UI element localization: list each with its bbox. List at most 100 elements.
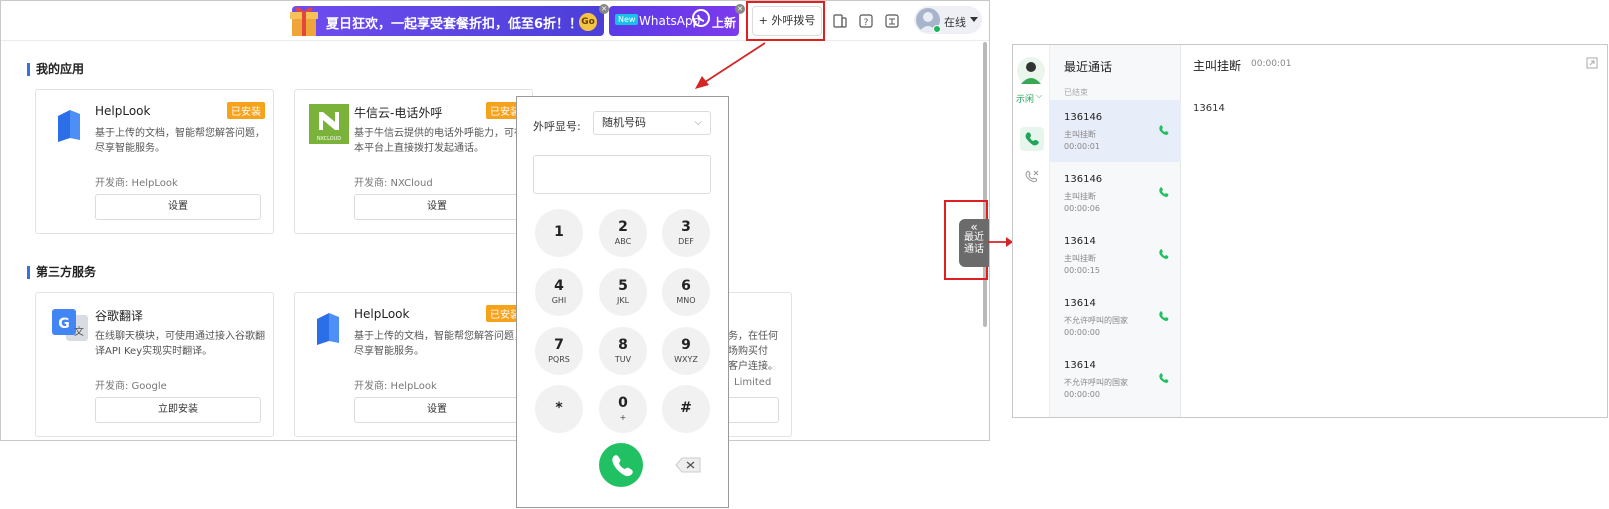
call-number: 136146 (1064, 174, 1103, 185)
call-button[interactable] (599, 443, 643, 487)
call-record-item[interactable]: 136146 主叫挂断 00:00:01 (1050, 100, 1181, 162)
dial-key-0[interactable]: 0 + (599, 385, 647, 433)
collapse-arrow-icon: « (970, 220, 978, 234)
dial-key-8[interactable]: 8 TUV (599, 327, 647, 375)
call-status: 主叫挂断 (1064, 254, 1096, 263)
softphone-nav: 示闲 ⌵ (1013, 45, 1050, 417)
close-icon[interactable]: ✕ (735, 4, 745, 14)
section-title-third-party: 第三方服务 (27, 266, 96, 279)
app-title: HelpLook (95, 104, 151, 118)
call-number: 13614 (1064, 298, 1096, 309)
promo-banner[interactable]: 夏日狂欢，一起享受套餐折扣，低至6折！！ Go (290, 6, 604, 36)
dial-key-1[interactable]: 1 (535, 209, 583, 257)
call-record-item[interactable]: 13614 不允许呼叫的国家 00:00:00 (1050, 348, 1181, 410)
backspace-icon[interactable] (675, 457, 701, 473)
call-back-icon[interactable] (1158, 372, 1170, 384)
call-back-icon[interactable] (1158, 310, 1170, 322)
dial-key-3[interactable]: 3 DEF (662, 209, 710, 257)
service-developer: 开发商: Google (95, 381, 167, 392)
tab-label-line1: 最近 (964, 232, 984, 243)
service-card-google-translate: G 文 谷歌翻译 在线聊天模块，可使用通过接入谷歌翻译API Key实现实时翻译… (35, 292, 274, 437)
call-record-item[interactable]: 13614 主叫挂断 00:00:15 (1050, 224, 1181, 286)
top-bar: 夏日狂欢，一起享受套餐折扣，低至6折！！ Go ✕ New WhatsApp 上… (1, 1, 989, 41)
app-card-helplook: HelpLook 已安装 基于上传的文档，智能帮您解答问题，尽享智能服务。 开发… (35, 89, 274, 234)
whatsapp-banner[interactable]: New WhatsApp 上新 (609, 6, 739, 36)
call-detail: 主叫挂断 00:00:01 13614 (1181, 45, 1607, 417)
call-duration: 00:00:01 (1064, 142, 1100, 151)
dial-key-6[interactable]: 6 MNO (662, 268, 710, 316)
service-description-fragment-3: 客户连接。 (728, 361, 778, 372)
call-number: 13614 (1064, 236, 1096, 247)
close-icon[interactable]: ✕ (599, 4, 609, 14)
dial-key-star[interactable]: * (535, 385, 583, 433)
dial-key-2[interactable]: 2 ABC (599, 209, 647, 257)
agent-status-label[interactable]: 示闲 (1016, 92, 1034, 105)
install-button[interactable]: 立即安装 (95, 397, 261, 423)
phone-nav-item[interactable] (1020, 127, 1044, 151)
recent-calls-tab[interactable]: « 最近 通话 (959, 219, 989, 267)
recent-calls-list: 最近通话 已结束 136146 主叫挂断 00:00:01 136146 主叫挂… (1050, 45, 1181, 417)
tab-label-line2: 通话 (964, 244, 984, 255)
service-developer: 开发商: HelpLook (354, 381, 437, 392)
phone-book-icon[interactable] (832, 13, 848, 29)
service-description-fragment-2: 场购买付 (728, 346, 768, 357)
app-developer: 开发商: NXCloud (354, 178, 433, 189)
dial-key-4[interactable]: 4 GHI (535, 268, 583, 316)
call-status: 主叫挂断 (1064, 192, 1096, 201)
app-card-nxcloud: NXCLOUD 牛信云-电话外呼 已安装 基于牛信云提供的电话外呼能力，可在本平… (294, 89, 533, 234)
call-back-icon[interactable] (1158, 124, 1170, 136)
service-card-helplook: HelpLook 已安装 基于上传的文档，智能帮您解答问题，尽享智能服务。 开发… (294, 292, 533, 437)
call-record-item[interactable]: 136146 主叫挂断 00:00:06 (1050, 162, 1181, 224)
call-status: 不允许呼叫的国家 (1064, 378, 1128, 387)
dial-key-hash[interactable]: # (662, 385, 710, 433)
call-back-icon[interactable] (1158, 248, 1170, 260)
user-status-menu[interactable]: 在线 (914, 6, 982, 34)
app-description: 基于上传的文档，智能帮您解答问题，尽享智能服务。 (95, 128, 265, 154)
dial-key-9[interactable]: 9 WXYZ (662, 327, 710, 375)
settings-button[interactable]: 设置 (354, 397, 520, 423)
dial-key-5[interactable]: 5 JKL (599, 268, 647, 316)
help-icon[interactable]: ? (858, 13, 874, 29)
call-number: 13614 (1064, 360, 1096, 371)
promo-go-badge[interactable]: Go (579, 13, 597, 31)
missed-call-icon[interactable] (1024, 169, 1040, 185)
service-developer-fragment: Limited (734, 377, 772, 388)
call-status: 不允许呼叫的国家 (1064, 316, 1128, 325)
scrollbar[interactable] (983, 42, 987, 327)
service-description-fragment-1: 务，在任何 (728, 331, 778, 342)
status-label: 在线 (944, 16, 966, 29)
chevron-down-icon[interactable]: ⌵ (1036, 91, 1042, 101)
call-status: 主叫挂断 (1064, 130, 1096, 139)
detail-duration: 00:00:01 (1251, 59, 1292, 69)
call-duration: 00:00:15 (1064, 266, 1100, 275)
app-description: 基于牛信云提供的电话外呼能力，可在本平台上直接拨打发起通话。 (354, 128, 524, 154)
expand-icon[interactable] (1586, 57, 1598, 69)
nxcloud-logo-text: NXCLOUD (317, 136, 341, 142)
call-record-item[interactable]: 13614 不允许呼叫的国家 00:00:00 (1050, 286, 1181, 348)
service-description: 在线聊天模块，可使用通过接入谷歌翻译API Key实现实时翻译。 (95, 331, 265, 357)
new-badge: New (615, 14, 639, 25)
chevron-down-icon (970, 17, 978, 22)
recent-calls-panel: 示闲 ⌵ 最近通话 已结束 136146 主叫挂断 00:00:01 13614… (1012, 44, 1608, 418)
settings-button[interactable]: 设置 (95, 194, 261, 220)
promo-text: 夏日狂欢，一起享受套餐折扣，低至6折！！ (326, 17, 583, 32)
whatsapp-icon (692, 9, 710, 27)
service-title: HelpLook (354, 307, 410, 321)
call-duration: 00:00:00 (1064, 328, 1100, 337)
phone-number-input[interactable] (533, 155, 711, 194)
svg-text:G: G (58, 316, 70, 332)
call-back-icon[interactable] (1158, 186, 1170, 198)
outbound-call-button[interactable]: + 外呼拨号 (752, 6, 822, 36)
online-status-dot (933, 25, 941, 33)
svg-text:文: 文 (74, 325, 84, 338)
caller-id-value: 随机号码 (602, 116, 646, 129)
language-icon[interactable] (884, 13, 900, 29)
dial-key-7[interactable]: 7 PQRS (535, 327, 583, 375)
settings-button[interactable]: 设置 (354, 194, 520, 220)
ended-group-label: 已结束 (1064, 88, 1088, 97)
caller-id-select[interactable]: 随机号码 ⌵ (593, 111, 711, 135)
detail-number: 13614 (1193, 103, 1225, 114)
helplook-logo-icon (317, 313, 339, 345)
caller-id-label: 外呼显号: (533, 120, 581, 133)
annotation-arrow (988, 237, 1013, 247)
